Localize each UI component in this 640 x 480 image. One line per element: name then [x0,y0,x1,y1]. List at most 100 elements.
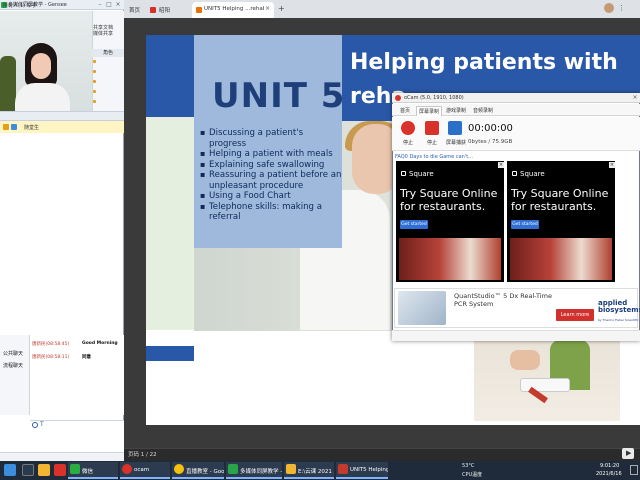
chat-nav-process[interactable]: 流程聊天 [3,362,23,369]
ad-photo [510,238,612,280]
app-icon[interactable] [54,464,66,476]
ad-headline: Try Square Online [511,187,609,200]
page-indicator[interactable]: 页码 1 / 22 [128,450,157,458]
tray-clock-date[interactable]: 2021/6/16 [596,471,622,477]
user-icon [11,124,17,130]
member-name: 随堂生 [24,125,40,131]
screen-capture-icon[interactable] [448,121,462,135]
video-person-face [31,53,51,79]
bullet-item: Explaining safe swallowing [200,160,342,171]
tab-home[interactable]: 首页 [124,2,146,18]
tab-media-share[interactable]: 媒体共享 [93,30,113,37]
ad-headline: for restaurants. [511,200,597,213]
taskbar-label[interactable]: ocam [134,467,149,473]
screen-capture-label[interactable]: 屏幕捕获 [446,139,466,146]
browser-menu-icon[interactable]: ⋮ [618,4,625,12]
profile-avatar[interactable] [604,3,614,13]
banner-text: QuantStudio™ 5 Dx Real-Time PCR System [454,292,552,308]
ad-cta-button[interactable]: Get started [400,220,428,229]
wps-icon [338,464,348,474]
maximize-icon[interactable]: □ [105,1,113,8]
message-head: 唐新民(08:58:11) [32,355,70,360]
recorder-close-icon[interactable]: × [631,94,639,101]
photo-tray [520,378,570,392]
banner-cta-button[interactable]: Learn more [556,309,594,321]
bullet-item: Telephone skills: making a referral [200,202,342,223]
start-icon[interactable] [4,464,16,476]
banner-line: QuantStudio™ 5 Dx Real-Time [454,292,552,300]
close-icon[interactable]: × [114,1,122,8]
emoji-icon[interactable] [32,422,38,428]
tray-clock-time[interactable]: 9:01:20 [600,463,619,469]
square-logo-icon [512,171,517,176]
chat-nav-public[interactable]: 公共聊天 [3,350,23,357]
wechat-icon [70,464,80,474]
taskbar-label[interactable]: 微信 [82,467,93,475]
minimize-icon[interactable]: – [96,1,104,8]
bullet-list: Discussing a patient's progress Helping … [200,128,342,223]
stop-record-icon[interactable] [401,121,415,135]
tab-favicon-icon [150,7,156,13]
photo-hand [510,350,540,370]
member-row[interactable]: 随堂生 [0,121,124,133]
ad-close-icon[interactable]: × [609,162,615,168]
tab-favicon-icon [196,7,202,13]
ad-headline: Try Square Online [400,187,498,200]
square-logo-icon [401,171,406,176]
chrome-icon [174,464,184,474]
gensee-icon [228,464,238,474]
faq-link[interactable]: FAQ0 Days to die Game can't... [395,154,473,160]
edit-icon [3,124,9,130]
role-icon [93,80,96,83]
role-icon [93,90,96,93]
banner-product-image [398,291,446,325]
tab-close-icon[interactable]: × [265,5,270,12]
recording-size: 0bytes / 75.9GB [468,139,513,145]
video-person-body [15,83,70,111]
bullet-item: Reassuring a patient before an unpleasan… [200,170,342,191]
stop-record-label[interactable]: 停止 [403,139,413,146]
ad-photo [399,238,501,280]
ad-headline: for restaurants. [400,200,486,213]
text-format-icon[interactable]: T [40,421,44,428]
member-tabs[interactable] [0,111,124,121]
ad-brand: Square [409,170,434,178]
file-explorer-icon[interactable] [38,464,50,476]
tab-active-unit5[interactable]: UNIT5 Helping ...rehabilitation × [192,2,274,18]
recorder-bottom-bar [392,330,640,341]
pause-icon[interactable] [425,121,439,135]
new-tab-button[interactable]: + [278,4,285,13]
chat-messages [30,335,124,415]
notification-icon[interactable] [630,465,638,475]
play-icon[interactable]: ▶ [626,449,631,457]
bullet-item: Discussing a patient's progress [200,128,342,149]
slide-blue-bar [146,346,194,361]
tab-second[interactable]: 昭阳 [146,2,192,18]
recorder-tab-game[interactable]: 游戏录制 [443,106,469,116]
ad-cta-button[interactable]: Get started [511,220,539,229]
unit-title: UNIT 5 [212,76,346,116]
taskbar-label[interactable]: E:\云课 2021 咸... [298,467,334,475]
ocam-icon [122,464,132,474]
role-icon [93,100,96,103]
tray-cpu-label: CPU温度 [462,472,483,478]
task-view-icon[interactable] [22,464,34,476]
message-text: 同意 [82,355,91,360]
pause-label[interactable]: 停止 [427,139,437,146]
recorder-tab-home[interactable]: 首页 [395,106,415,116]
webcam-video [0,11,92,111]
recorder-tab-audio[interactable]: 音频录制 [470,106,496,116]
banner-line: PCR System [454,300,494,308]
taskbar-label[interactable]: 多媒体同屏教学 -... [240,467,282,475]
slide-blue-strip [146,35,194,117]
role-header: 角色 [92,49,124,57]
recorder-tab-screen[interactable]: 屏幕录制 [416,106,442,116]
taskbar-label[interactable]: UNIT5 Helping p... [350,467,388,473]
taskbar-label[interactable]: 直播教室 - Googl... [186,467,224,475]
folder-icon [286,464,296,474]
member-tabs-label[interactable]: 所有人(1) 举手 [3,2,37,9]
banner-brand-sub: by Thermo Fisher Scientific [598,318,639,322]
ad-close-icon[interactable]: × [498,162,504,168]
bullet-item: Using a Food Chart [200,191,342,202]
chat-nav [0,335,30,415]
